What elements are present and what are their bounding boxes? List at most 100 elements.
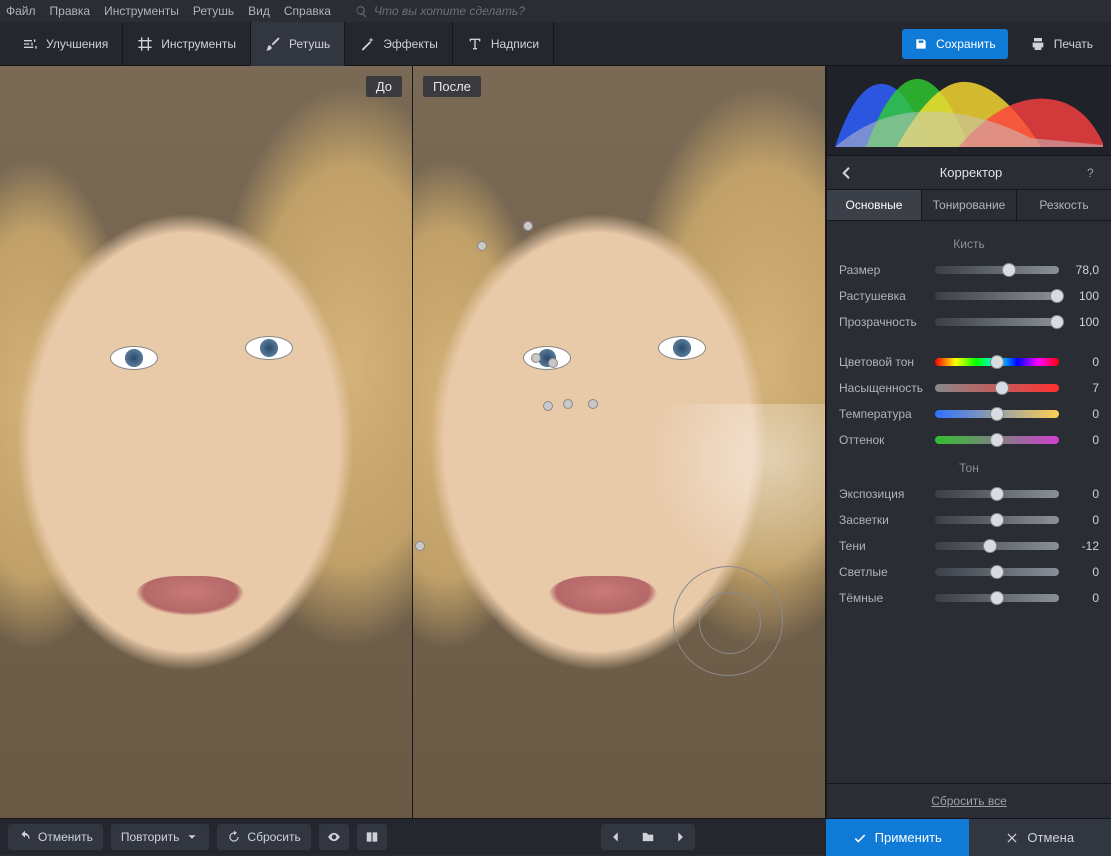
slider-thumb[interactable] — [1050, 289, 1064, 303]
tab-text[interactable]: Надписи — [453, 22, 554, 66]
slider-track[interactable] — [935, 568, 1059, 576]
canvas-after[interactable]: После — [413, 66, 826, 818]
preview-toggle[interactable] — [319, 824, 349, 850]
tab-text-label: Надписи — [491, 37, 539, 51]
menu-edit[interactable]: Правка — [50, 4, 91, 18]
menu-retouch[interactable]: Ретушь — [193, 4, 234, 18]
slider-label: Светлые — [839, 565, 927, 579]
undo-button[interactable]: Отменить — [8, 824, 103, 850]
tab-enhance-label: Улучшения — [46, 37, 108, 51]
edit-marker[interactable] — [523, 221, 533, 231]
compare-toggle[interactable] — [357, 824, 387, 850]
slider-track[interactable] — [935, 490, 1059, 498]
save-button[interactable]: Сохранить — [902, 29, 1008, 59]
tab-tools-label: Инструменты — [161, 37, 236, 51]
crop-icon — [137, 36, 153, 52]
slider-track[interactable] — [935, 384, 1059, 392]
help-icon[interactable]: ? — [1087, 166, 1101, 180]
tab-retouch[interactable]: Ретушь — [251, 22, 345, 66]
subtab-toning[interactable]: Тонирование — [922, 190, 1017, 220]
slider-thumb[interactable] — [990, 355, 1004, 369]
panel-header: Корректор ? — [827, 156, 1111, 190]
slider-thumb[interactable] — [990, 513, 1004, 527]
slider-track[interactable] — [935, 594, 1059, 602]
section-brush: Кисть — [839, 237, 1099, 251]
edit-marker[interactable] — [477, 241, 487, 251]
print-button[interactable]: Печать — [1020, 29, 1103, 59]
slider-thumb[interactable] — [990, 565, 1004, 579]
slider-value: 0 — [1067, 487, 1099, 501]
tool-tab-bar: Улучшения Инструменты Ретушь Эффекты Над… — [0, 22, 1111, 66]
subtab-basic[interactable]: Основные — [827, 190, 922, 220]
slider-thumb[interactable] — [1002, 263, 1016, 277]
chevron-left-icon — [609, 830, 623, 844]
slider-label: Прозрачность — [839, 315, 927, 329]
slider-thumb[interactable] — [990, 407, 1004, 421]
slider-thumb[interactable] — [995, 381, 1009, 395]
slider-row: Растушевка100 — [839, 283, 1099, 309]
slider-label: Насыщенность — [839, 381, 927, 395]
reload-icon — [227, 830, 241, 844]
chevron-down-icon — [185, 830, 199, 844]
canvas-before[interactable]: До — [0, 66, 413, 818]
slider-thumb[interactable] — [1050, 315, 1064, 329]
slider-track[interactable] — [935, 266, 1059, 274]
slider-track[interactable] — [935, 436, 1059, 444]
reset-all-link[interactable]: Сбросить все — [827, 783, 1111, 818]
slider-track[interactable] — [935, 516, 1059, 524]
prev-image[interactable] — [601, 824, 631, 850]
edit-marker[interactable] — [415, 541, 425, 551]
slider-thumb[interactable] — [990, 591, 1004, 605]
print-label: Печать — [1054, 37, 1093, 51]
slider-row: Размер78,0 — [839, 257, 1099, 283]
slider-row: Тени-12 — [839, 533, 1099, 559]
tab-tools[interactable]: Инструменты — [123, 22, 251, 66]
slider-value: 7 — [1067, 381, 1099, 395]
menu-file[interactable]: Файл — [6, 4, 36, 18]
cancel-button[interactable]: Отмена — [969, 819, 1111, 856]
histogram[interactable] — [827, 66, 1111, 156]
apply-button[interactable]: Применить — [826, 819, 969, 856]
folder-icon — [641, 830, 655, 844]
subtab-sharpness[interactable]: Резкость — [1017, 190, 1111, 220]
slider-track[interactable] — [935, 358, 1059, 366]
next-image[interactable] — [665, 824, 695, 850]
slider-label: Засветки — [839, 513, 927, 527]
slider-thumb[interactable] — [990, 487, 1004, 501]
edit-marker[interactable] — [531, 353, 541, 363]
edit-marker[interactable] — [563, 399, 573, 409]
undo-icon — [18, 830, 32, 844]
slider-label: Тени — [839, 539, 927, 553]
slider-value: 0 — [1067, 591, 1099, 605]
slider-track[interactable] — [935, 292, 1059, 300]
redo-button[interactable]: Повторить — [111, 824, 210, 850]
tab-enhance[interactable]: Улучшения — [8, 22, 123, 66]
menu-view[interactable]: Вид — [248, 4, 270, 18]
slider-row: Температура0 — [839, 401, 1099, 427]
slider-track[interactable] — [935, 410, 1059, 418]
edit-marker[interactable] — [548, 358, 558, 368]
reset-button[interactable]: Сбросить — [217, 824, 310, 850]
back-icon[interactable] — [837, 164, 855, 182]
tab-effects[interactable]: Эффекты — [345, 22, 453, 66]
open-folder[interactable] — [633, 824, 663, 850]
edit-marker[interactable] — [588, 399, 598, 409]
edit-marker[interactable] — [543, 401, 553, 411]
slider-label: Оттенок — [839, 433, 927, 447]
slider-thumb[interactable] — [983, 539, 997, 553]
search-box[interactable]: Что вы хотите сделать? — [355, 4, 525, 18]
print-icon — [1030, 36, 1046, 52]
canvas-area: До После — [0, 66, 826, 818]
slider-row: Засветки0 — [839, 507, 1099, 533]
slider-thumb[interactable] — [990, 433, 1004, 447]
apply-bar: Применить Отмена — [826, 819, 1111, 856]
menu-help[interactable]: Справка — [284, 4, 331, 18]
menu-tools[interactable]: Инструменты — [104, 4, 179, 18]
right-panel: Корректор ? Основные Тонирование Резкост… — [826, 66, 1111, 818]
slider-track[interactable] — [935, 318, 1059, 326]
slider-value: 100 — [1067, 289, 1099, 303]
slider-track[interactable] — [935, 542, 1059, 550]
search-placeholder: Что вы хотите сделать? — [374, 4, 525, 18]
slider-label: Цветовой тон — [839, 355, 927, 369]
slider-label: Температура — [839, 407, 927, 421]
